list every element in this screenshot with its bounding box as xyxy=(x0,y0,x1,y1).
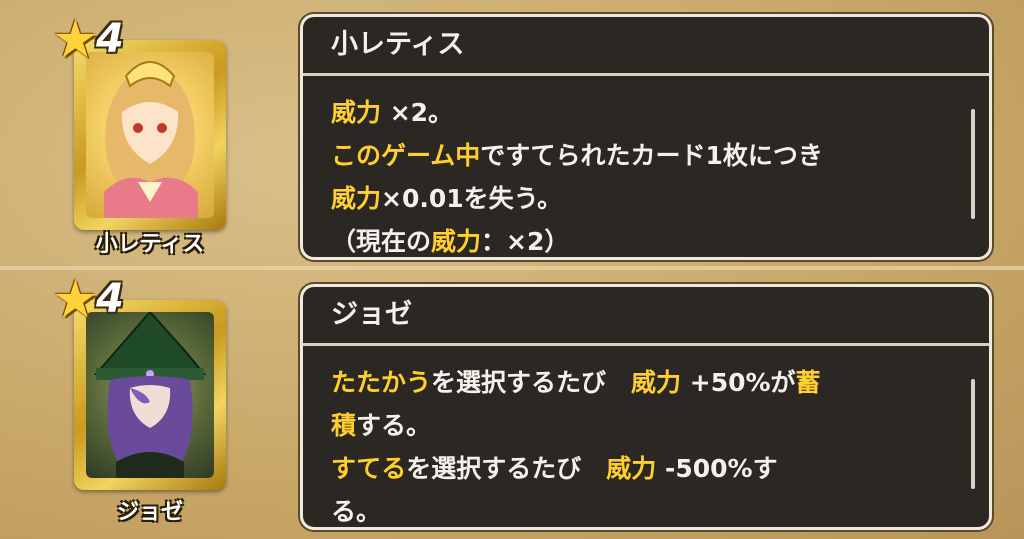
description-line: このゲーム中ですてられたカード1枚につき xyxy=(331,134,949,177)
description-text: を選択するたび xyxy=(431,368,632,397)
skill-description[interactable]: たたかうを選択するたび 威力 +50%が蓄 積する。 すてるを選択するたび 威力 -… xyxy=(331,361,949,527)
panel-title: 小レティス xyxy=(303,17,989,76)
keyword-text: このゲーム中 xyxy=(331,141,481,170)
scrollbar[interactable] xyxy=(971,379,975,489)
panel-title: ジョゼ xyxy=(303,287,989,346)
description-line: 積する。 xyxy=(331,404,949,447)
skill-panel: ジョゼ たたかうを選択するたび 威力 +50%が蓄 積する。 すてるを選択するたび … xyxy=(300,284,992,530)
keyword-text: 威力 xyxy=(331,98,382,127)
card-name-label: ジョゼ xyxy=(116,500,183,525)
description-text: する。 xyxy=(356,411,432,440)
description-text: ですてられたカード1枚につき xyxy=(480,141,823,170)
scrollbar[interactable] xyxy=(971,109,975,219)
description-line: （現在の威力：×2） xyxy=(331,220,949,257)
keyword-text: 蓄 xyxy=(795,368,821,397)
keyword-text: すてる xyxy=(331,454,407,483)
keyword-text: 威力 xyxy=(606,454,657,483)
description-line: 威力×0.01を失う。 xyxy=(331,177,949,220)
skill-description[interactable]: 威力 ×2。 このゲーム中ですてられたカード1枚につき 威力×0.01を失う。 （現在… xyxy=(331,91,949,257)
description-text: -500%す xyxy=(656,454,778,483)
description-text: ×2。 xyxy=(381,98,454,127)
character-card[interactable]: ★ 4 小レティス xyxy=(52,14,226,257)
keyword-text: 威力 xyxy=(431,227,482,256)
description-text: +50%が xyxy=(681,368,796,397)
character-card[interactable]: ★ 4 ジョゼ xyxy=(52,274,226,525)
description-line: 威力 ×2。 xyxy=(331,91,949,134)
keyword-text: 威力 xyxy=(631,368,682,397)
description-text: ：×2） xyxy=(481,227,570,256)
keyword-text: 威力 xyxy=(331,184,382,213)
skill-row-1: ★ 4 小レティス 小レティス 威力 ×2。 このゲーム中ですてられたカード1枚に… xyxy=(0,0,1024,266)
description-line: たたかうを選択するたび 威力 +50%が蓄 xyxy=(331,361,949,404)
skill-row-2: ★ 4 ジョゼ ジョゼ たたかうを選択するたび 威力 +50%が蓄 積する。 すてる… xyxy=(0,270,1024,539)
description-line: る。 xyxy=(331,490,949,527)
description-text: を選択するたび xyxy=(406,454,607,483)
keyword-text: たたかう xyxy=(331,368,432,397)
keyword-text: 積 xyxy=(331,411,357,440)
card-rank: 4 xyxy=(96,16,124,62)
card-rank: 4 xyxy=(96,276,124,322)
card-portrait-frame xyxy=(86,52,214,218)
character-portrait xyxy=(93,312,207,478)
card-name-label: 小レティス xyxy=(95,232,205,257)
description-text: る。 xyxy=(331,497,382,526)
description-text: （現在の xyxy=(331,227,432,256)
card-portrait-frame xyxy=(86,312,214,478)
description-line: すてるを選択するたび 威力 -500%す xyxy=(331,447,949,490)
character-portrait xyxy=(104,61,198,218)
description-text: ×0.01を失う。 xyxy=(381,184,563,213)
skill-panel: 小レティス 威力 ×2。 このゲーム中ですてられたカード1枚につき 威力×0.01を… xyxy=(300,14,992,260)
